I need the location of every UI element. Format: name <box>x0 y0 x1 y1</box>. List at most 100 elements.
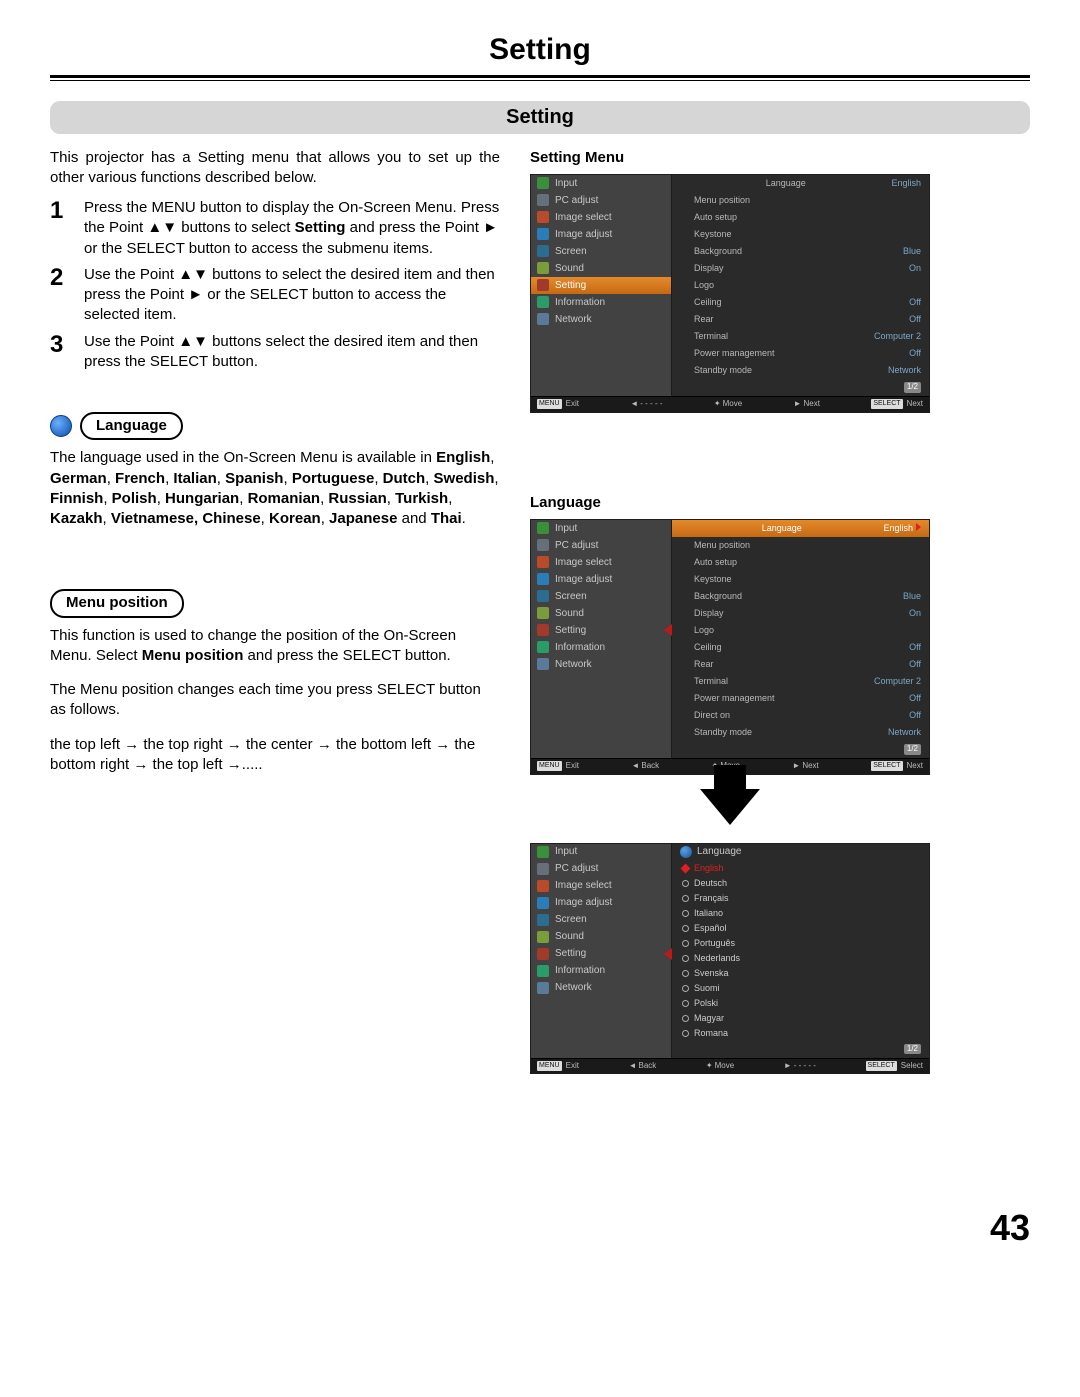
opt-rear[interactable]: RearOff <box>672 311 929 328</box>
l: PC adjust <box>555 194 598 208</box>
nav-input[interactable]: Input <box>531 520 671 537</box>
nav-network[interactable]: Network <box>531 656 671 673</box>
caret-left-icon <box>664 948 672 960</box>
opt-keystone[interactable]: Keystone <box>672 226 929 243</box>
opt-auto-setup[interactable]: Auto setup <box>672 554 929 571</box>
opt-standby-mode[interactable]: Standby modeNetwork <box>672 362 929 379</box>
opt-keystone[interactable]: Keystone <box>672 571 929 588</box>
lang-francais[interactable]: Français <box>672 891 929 906</box>
nav-network[interactable]: Network <box>531 980 671 997</box>
l: Image select <box>555 879 612 893</box>
page-number: 43 <box>50 1204 1030 1253</box>
opt-ceiling[interactable]: CeilingOff <box>672 639 929 656</box>
radio-icon <box>682 880 689 887</box>
opt-standby-mode[interactable]: Standby modeNetwork <box>672 724 929 741</box>
osd-setting-menu: Input PC adjust Image select Image adjus… <box>530 174 930 413</box>
hint-back: ◄Back <box>629 1061 657 1072</box>
opt-menu-position[interactable]: Menu position <box>672 537 929 554</box>
nav-screen[interactable]: Screen <box>531 588 671 605</box>
opt-language[interactable]: LanguageEnglish <box>672 520 929 537</box>
l: Italiano <box>694 907 723 919</box>
lang-romana[interactable]: Romana <box>672 1026 929 1041</box>
lang-deutsch[interactable]: Deutsch <box>672 876 929 891</box>
l: Português <box>694 937 735 949</box>
t: Turkish <box>395 490 448 507</box>
nav-pc-adjust[interactable]: PC adjust <box>531 537 671 554</box>
lang-magyar[interactable]: Magyar <box>672 1011 929 1026</box>
nav-sound[interactable]: Sound <box>531 929 671 946</box>
nav-setting[interactable]: Setting <box>531 946 671 963</box>
image-adjust-icon <box>537 897 549 909</box>
l: Background <box>694 590 742 602</box>
nav-information[interactable]: Information <box>531 294 671 311</box>
opt-display[interactable]: DisplayOn <box>672 605 929 622</box>
nav-screen[interactable]: Screen <box>531 243 671 260</box>
t: Portuguese <box>292 470 375 487</box>
lang-suomi[interactable]: Suomi <box>672 981 929 996</box>
nav-setting[interactable]: Setting <box>531 277 671 294</box>
opt-terminal[interactable]: TerminalComputer 2 <box>672 328 929 345</box>
opt-menu-position[interactable]: Menu position <box>672 192 929 209</box>
osd-footer: MENUExit ◄- - - - - ✦Move ►Next SELECTNe… <box>531 396 929 412</box>
opt-background[interactable]: BackgroundBlue <box>672 243 929 260</box>
select-key-icon: SELECT <box>866 1061 897 1070</box>
opt-power-management[interactable]: Power managementOff <box>672 345 929 362</box>
t: , <box>107 470 115 487</box>
opt-ceiling[interactable]: CeilingOff <box>672 294 929 311</box>
opt-terminal[interactable]: TerminalComputer 2 <box>672 673 929 690</box>
l: Keystone <box>694 573 732 585</box>
t: , <box>387 490 391 507</box>
nav-image-adjust[interactable]: Image adjust <box>531 571 671 588</box>
nav-image-select[interactable]: Image select <box>531 554 671 571</box>
nav-image-select[interactable]: Image select <box>531 209 671 226</box>
osd-nav: Input PC adjust Image select Image adjus… <box>531 844 671 1058</box>
nav-sound[interactable]: Sound <box>531 260 671 277</box>
lang-italiano[interactable]: Italiano <box>672 906 929 921</box>
step-text: Press the MENU button to display the On-… <box>84 198 500 259</box>
lang-portugues[interactable]: Português <box>672 936 929 951</box>
t: , <box>425 470 433 487</box>
pc-icon <box>537 194 549 206</box>
nav-input[interactable]: Input <box>531 844 671 861</box>
lang-english[interactable]: English <box>672 861 929 876</box>
opt-language[interactable]: LanguageEnglish <box>672 175 929 192</box>
pc-icon <box>537 539 549 551</box>
opt-logo[interactable]: Logo <box>672 622 929 639</box>
language-chip: Language <box>80 412 183 440</box>
nav-pc-adjust[interactable]: PC adjust <box>531 192 671 209</box>
lang-nederlands[interactable]: Nederlands <box>672 951 929 966</box>
opt-background[interactable]: BackgroundBlue <box>672 588 929 605</box>
opt-logo[interactable]: Logo <box>672 277 929 294</box>
nav-sound[interactable]: Sound <box>531 605 671 622</box>
opt-rear[interactable]: RearOff <box>672 656 929 673</box>
nav-image-select[interactable]: Image select <box>531 878 671 895</box>
lang-espanol[interactable]: Español <box>672 921 929 936</box>
v: English <box>891 177 921 189</box>
nav-network[interactable]: Network <box>531 311 671 328</box>
opt-power-management[interactable]: Power managementOff <box>672 690 929 707</box>
l: Standby mode <box>694 364 752 376</box>
v: Network <box>888 726 921 738</box>
select-key-icon: SELECT <box>871 761 902 770</box>
opt-display[interactable]: DisplayOn <box>672 260 929 277</box>
radio-icon <box>682 970 689 977</box>
lang-polski[interactable]: Polski <box>672 996 929 1011</box>
t: , <box>261 510 269 527</box>
l: Suomi <box>694 982 720 994</box>
hint-menu-exit: MENUExit <box>537 761 579 772</box>
nav-image-adjust[interactable]: Image adjust <box>531 895 671 912</box>
nav-input[interactable]: Input <box>531 175 671 192</box>
nav-information[interactable]: Information <box>531 639 671 656</box>
nav-pc-adjust[interactable]: PC adjust <box>531 861 671 878</box>
nav-setting[interactable]: Setting <box>531 622 671 639</box>
t: Thai <box>431 510 462 527</box>
nav-information[interactable]: Information <box>531 963 671 980</box>
menupos-heading: Menu position <box>50 589 500 617</box>
opt-direct-on[interactable]: Direct onOff <box>672 707 929 724</box>
l: Français <box>694 892 729 904</box>
globe-icon <box>50 415 72 437</box>
nav-screen[interactable]: Screen <box>531 912 671 929</box>
opt-auto-setup[interactable]: Auto setup <box>672 209 929 226</box>
lang-svenska[interactable]: Svenska <box>672 966 929 981</box>
nav-image-adjust[interactable]: Image adjust <box>531 226 671 243</box>
